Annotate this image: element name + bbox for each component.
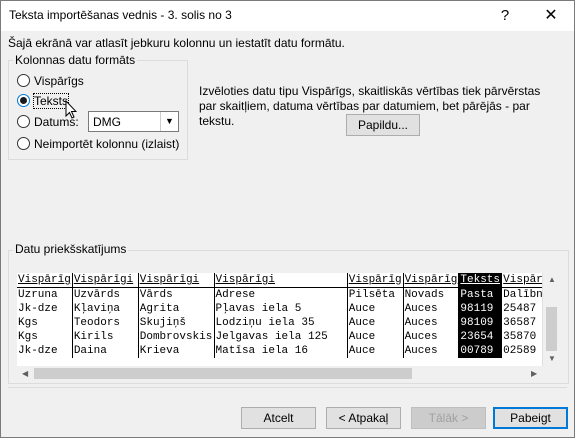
preview-cell: Krieva (138, 344, 215, 358)
preview-cell: Lodziņu iela 35 (214, 316, 348, 330)
radio-text-label[interactable]: Teksts (32, 93, 70, 109)
preview-cell: Pasta (458, 287, 503, 302)
divider (8, 387, 567, 388)
radio-skip-label[interactable]: Neimportēt kolonnu (izlaist) (34, 137, 179, 151)
horizontal-scroll-thumb[interactable] (34, 368, 412, 379)
scroll-down-icon[interactable]: ▼ (548, 354, 556, 363)
preview-cell: Auce (347, 302, 404, 316)
mouse-cursor-icon (65, 100, 77, 119)
vertical-scroll-thumb[interactable] (546, 307, 557, 351)
help-icon[interactable]: ? (482, 1, 528, 31)
radio-text[interactable] (17, 94, 30, 107)
preview-header-row: Vispārīg Vispārīgi Vispārīgi Vispārīgi Vispā… (17, 273, 558, 288)
radio-date[interactable] (17, 115, 30, 128)
preview-row: Jk-dze Daina Krieva Matīsa iela 16 Auce Auces… (17, 344, 558, 358)
intro-text: Šajā ekrānā var atlasīt jebkuru kolonnu … (8, 36, 345, 50)
preview-cell: Auces (403, 344, 460, 358)
preview-cell: 98119 (458, 302, 503, 316)
data-preview-grid[interactable]: Vispārīg Vispārīgi Vispārīgi Vispārīgi Vispā… (17, 273, 558, 366)
cancel-button[interactable]: Atcelt (241, 407, 316, 429)
finish-button[interactable]: Pabeigt (493, 407, 568, 429)
preview-cell: Jk-dze (17, 302, 73, 316)
preview-cell: Teodors (72, 316, 139, 330)
preview-cell: Kirils (72, 330, 139, 344)
preview-cell: Auces (403, 302, 460, 316)
preview-column-header[interactable]: Vispārīg (17, 273, 73, 288)
preview-cell: Jelgavas iela 125 (214, 330, 348, 344)
preview-horizontal-scrollbar[interactable]: ◀ ▶ (17, 366, 542, 381)
preview-column-header[interactable]: Vispārīgi (72, 273, 139, 288)
radio-general[interactable] (17, 74, 30, 87)
advanced-button[interactable]: Papildu... (346, 114, 420, 136)
preview-cell: Uzvārds (72, 287, 139, 302)
preview-row: Kgs Teodors Skujiņš Lodziņu iela 35 Auce Auce… (17, 316, 558, 330)
radio-skip[interactable] (17, 137, 30, 150)
date-format-select[interactable]: DMG ▼ (88, 111, 179, 132)
scroll-right-icon[interactable]: ▶ (531, 369, 537, 378)
date-format-value: DMG (93, 115, 121, 129)
preview-cell: Matīsa iela 16 (214, 344, 348, 358)
title-bar: Teksta importēšanas vednis - 3. solis no… (1, 1, 574, 31)
preview-table: Vispārīg Vispārīgi Vispārīgi Vispārīgi Vispā… (17, 273, 558, 358)
preview-cell: Pilsēta (347, 287, 404, 302)
preview-cell: Dombrovskis (138, 330, 215, 344)
preview-column-header[interactable]: Vispārīg (403, 273, 460, 288)
preview-cell: Auce (347, 330, 404, 344)
preview-cell: Auce (347, 344, 404, 358)
preview-row: Uzruna Uzvārds Vārds Adrese Pilsēta Novads Pas… (17, 287, 558, 302)
radio-general-label[interactable]: Vispārīgs (34, 74, 84, 88)
import-wizard-dialog: Teksta importēšanas vednis - 3. solis no… (0, 0, 575, 438)
preview-row: Kgs Kirils Dombrovskis Jelgavas iela 125 Auc… (17, 330, 558, 344)
chevron-down-icon[interactable]: ▼ (160, 112, 178, 131)
preview-cell: Auces (403, 330, 460, 344)
scroll-left-icon[interactable]: ◀ (22, 369, 28, 378)
preview-column-header[interactable]: Vispārīg (347, 273, 404, 288)
preview-cell: 00789 (458, 344, 503, 358)
preview-column-header[interactable]: Teksts (458, 273, 503, 288)
data-preview-label: Datu priekšskatījums (13, 242, 129, 256)
preview-cell: Kļaviņa (72, 302, 139, 316)
preview-cell: Kgs (17, 316, 73, 330)
preview-cell: Uzruna (17, 287, 73, 302)
preview-cell: Skujiņš (138, 316, 215, 330)
preview-cell: Jk-dze (17, 344, 73, 358)
close-icon[interactable]: ✕ (528, 1, 574, 31)
preview-cell: Auces (403, 316, 460, 330)
preview-cell: Adrese (214, 287, 348, 302)
preview-cell: Auce (347, 316, 404, 330)
preview-cell: Vārds (138, 287, 215, 302)
back-button[interactable]: < Atpakaļ (326, 407, 401, 429)
preview-vertical-scrollbar[interactable]: ▲ ▼ (542, 273, 560, 366)
preview-cell: Agrita (138, 302, 215, 316)
next-button[interactable]: Tālāk > (411, 407, 486, 429)
preview-cell: 98109 (458, 316, 503, 330)
preview-cell: 23654 (458, 330, 503, 344)
scroll-up-icon[interactable]: ▲ (548, 275, 556, 284)
preview-column-header[interactable]: Vispārīgi (138, 273, 215, 288)
preview-column-header[interactable]: Vispārīgi (214, 273, 348, 288)
preview-cell: Novads (403, 287, 460, 302)
preview-cell: Daina (72, 344, 139, 358)
window-title: Teksta importēšanas vednis - 3. solis no… (9, 8, 232, 22)
column-format-label: Kolonnas datu formāts (13, 53, 138, 67)
preview-cell: Kgs (17, 330, 73, 344)
preview-row: Jk-dze Kļaviņa Agrita Pļavas iela 5 Auce Auce… (17, 302, 558, 316)
preview-cell: Pļavas iela 5 (214, 302, 348, 316)
